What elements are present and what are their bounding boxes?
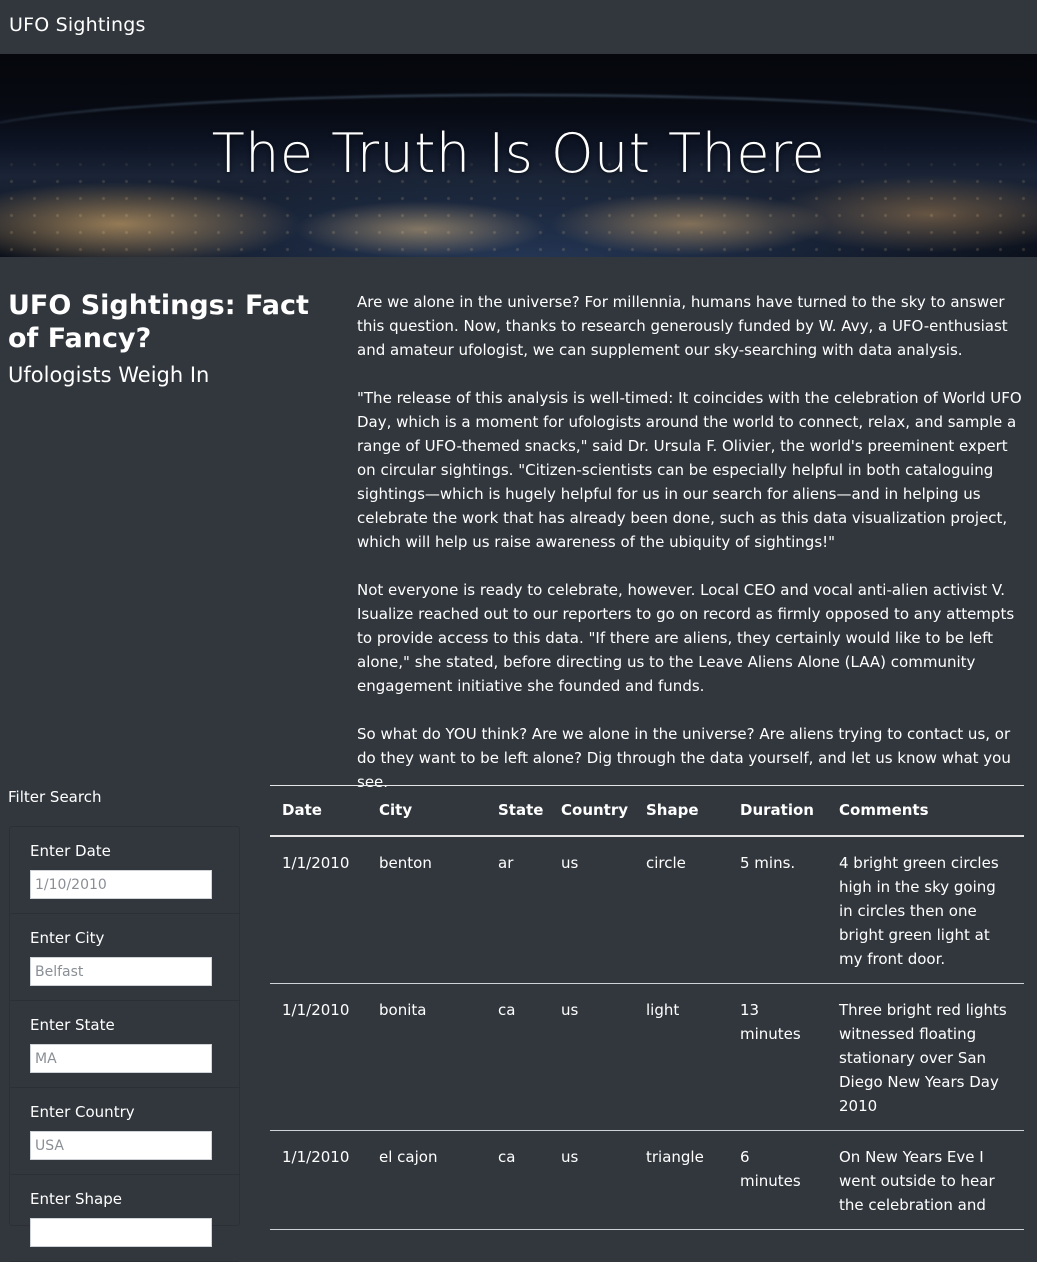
cell-state: ca — [486, 983, 549, 1131]
filter-item-date: Enter Date — [10, 827, 239, 914]
cell-comments: Three bright red lights witnessed floati… — [827, 983, 1024, 1131]
sightings-table: Date City State Country Shape Duration C… — [270, 785, 1024, 1230]
table-row: 1/1/2010 el cajon ca us triangle 6 minut… — [270, 1130, 1024, 1230]
cell-country: us — [549, 835, 634, 984]
cell-date: 1/1/2010 — [270, 1130, 367, 1230]
filter-label-state: Enter State — [30, 1016, 115, 1034]
article-paragraph: Are we alone in the universe? For millen… — [357, 293, 1008, 359]
article-body: Are we alone in the universe? For millen… — [357, 290, 1027, 818]
filter-item-state: Enter State — [10, 1001, 239, 1088]
filter-search-title: Filter Search — [8, 788, 102, 806]
cell-state: ca — [486, 1130, 549, 1230]
column-header-city: City — [367, 785, 486, 837]
column-header-shape: Shape — [634, 785, 728, 837]
column-header-state: State — [486, 785, 549, 837]
column-header-comments: Comments — [827, 785, 1024, 837]
cell-duration: 5 mins. — [728, 835, 827, 984]
article-title: UFO Sightings: Fact of Fancy? — [8, 290, 309, 354]
cell-shape: triangle — [634, 1130, 728, 1230]
cell-city: benton — [367, 835, 486, 984]
column-header-duration: Duration — [728, 785, 827, 837]
cell-date: 1/1/2010 — [270, 835, 367, 984]
column-header-date: Date — [270, 785, 367, 837]
article-paragraph: "The release of this analysis is well-ti… — [357, 389, 1022, 551]
cell-comments: On New Years Eve I went outside to hear … — [827, 1130, 1024, 1230]
article-subtitle: Ufologists Weigh In — [8, 363, 210, 387]
hero-title: The Truth Is Out There — [211, 122, 826, 185]
navbar: UFO Sightings — [0, 0, 1037, 54]
country-filter-input[interactable] — [30, 1131, 212, 1160]
cell-comments: 4 bright green circles high in the sky g… — [827, 835, 1024, 984]
navbar-brand[interactable]: UFO Sightings — [9, 14, 146, 36]
cell-duration: 6 minutes — [728, 1130, 827, 1230]
article-paragraph: So what do YOU think? Are we alone in th… — [357, 725, 1011, 791]
city-filter-input[interactable] — [30, 957, 212, 986]
cell-city: bonita — [367, 983, 486, 1131]
cell-city: el cajon — [367, 1130, 486, 1230]
cell-country: us — [549, 1130, 634, 1230]
filter-item-country: Enter Country — [10, 1088, 239, 1175]
table-header-row: Date City State Country Shape Duration C… — [270, 785, 1024, 837]
cell-shape: circle — [634, 835, 728, 984]
state-filter-input[interactable] — [30, 1044, 212, 1073]
cell-duration: 13 minutes — [728, 983, 827, 1131]
shape-filter-input[interactable] — [30, 1218, 212, 1247]
filter-label-date: Enter Date — [30, 842, 111, 860]
hero-banner: The Truth Is Out There — [0, 54, 1037, 257]
table-row: 1/1/2010 benton ar us circle 5 mins. 4 b… — [270, 835, 1024, 984]
date-filter-input[interactable] — [30, 870, 212, 899]
sightings-table-container: Date City State Country Shape Duration C… — [270, 785, 1024, 1230]
filter-label-country: Enter Country — [30, 1103, 135, 1121]
filter-item-city: Enter City — [10, 914, 239, 1001]
filter-panel: Enter Date Enter City Enter State Enter … — [9, 826, 240, 1262]
column-header-country: Country — [549, 785, 634, 837]
cell-shape: light — [634, 983, 728, 1131]
cell-country: us — [549, 983, 634, 1131]
filter-label-shape: Enter Shape — [30, 1190, 122, 1208]
filter-item-shape: Enter Shape — [10, 1175, 239, 1262]
cell-state: ar — [486, 835, 549, 984]
cell-date: 1/1/2010 — [270, 983, 367, 1131]
table-row: 1/1/2010 bonita ca us light 13 minutes T… — [270, 983, 1024, 1131]
filter-label-city: Enter City — [30, 929, 105, 947]
article-paragraph: Not everyone is ready to celebrate, howe… — [357, 581, 1015, 695]
